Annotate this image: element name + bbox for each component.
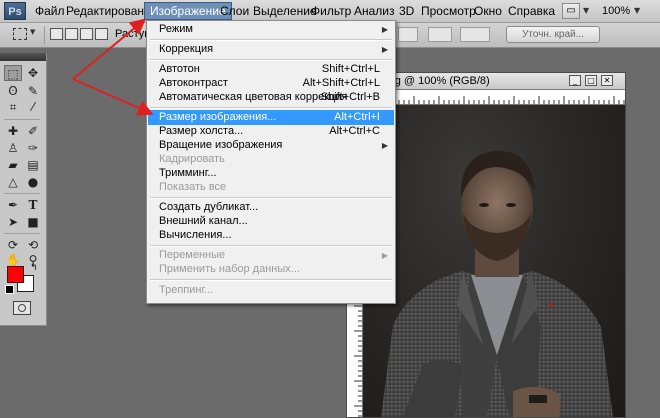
quick-selection-tool-icon[interactable]: ✎ [24, 83, 42, 99]
rectangle-tool-icon[interactable]: ■ [24, 214, 42, 230]
crop-tool-icon[interactable]: ⌗ [4, 99, 22, 115]
menu-separator [150, 59, 392, 61]
eyedropper-tool-icon[interactable]: ⁄ [24, 99, 42, 115]
brush-tool-icon[interactable]: ✐ [24, 123, 42, 139]
image-menu-dropdown: Режим ▶ Коррекция ▶ Автотон Shift+Ctrl+L Ав… [146, 20, 396, 304]
add-to-selection-icon[interactable] [65, 28, 78, 40]
portrait-photo [381, 150, 613, 417]
width-field[interactable] [398, 27, 418, 42]
menu-item-variables[interactable]: Переменные ▶ [148, 248, 394, 263]
3d-rotate-tool-icon[interactable]: ⟳ [4, 237, 22, 253]
swap-colors-icon[interactable]: ↰ [30, 263, 38, 273]
dodge-tool-icon[interactable]: ● [24, 174, 42, 190]
healing-brush-tool-icon[interactable]: ✚ [4, 123, 22, 139]
horizontal-ruler[interactable] [362, 90, 625, 105]
menu-item-duplicate[interactable]: Создать дубликат... [148, 200, 394, 215]
zoom-level[interactable]: 100% [602, 3, 630, 19]
menu-window[interactable]: Окно [469, 3, 507, 19]
menu-separator [150, 39, 392, 41]
minimize-icon[interactable]: _ [569, 75, 581, 86]
rect-marquee-preset-icon[interactable] [13, 28, 27, 40]
menu-item-auto-color[interactable]: Автоматическая цветовая коррекция Shift+C… [148, 90, 394, 105]
menu-separator [150, 107, 392, 109]
submenu-arrow-icon: ▶ [381, 141, 388, 150]
menu-analysis[interactable]: Анализ [349, 3, 400, 19]
blur-tool-icon[interactable]: △ [4, 174, 22, 190]
pen-tool-icon[interactable]: ✒ [4, 197, 22, 213]
document-canvas-photo[interactable] [363, 105, 625, 417]
history-brush-tool-icon[interactable]: ✑ [24, 140, 42, 156]
submenu-arrow-icon: ▶ [381, 45, 388, 54]
intersect-selection-icon[interactable] [95, 28, 108, 40]
menu-separator [150, 279, 392, 281]
preset-chevron-down-icon[interactable]: ▼ [30, 28, 35, 36]
menu-item-crop[interactable]: Кадрировать [148, 152, 394, 167]
toolbox: ⬚ ✥ ʘ ✎ ⌗ ⁄ ✚ ✐ ♙ ✑ ▰ ▤ △ ● ✒ T ➤ ■ ⟳ ⟲ … [0, 53, 47, 326]
screen-mode-icon[interactable]: ▭ [562, 3, 580, 19]
quick-mask-icon[interactable] [13, 301, 31, 315]
menu-item-calculations[interactable]: Вычисления... [148, 228, 394, 243]
3d-orbit-tool-icon[interactable]: ⟲ [24, 237, 42, 253]
eraser-tool-icon[interactable]: ▰ [4, 157, 22, 173]
new-selection-icon[interactable] [50, 28, 63, 40]
menu-separator [150, 197, 392, 199]
ruler-ticks [363, 96, 625, 104]
options-divider [44, 26, 45, 44]
menu-item-auto-contrast[interactable]: Автоконтраст Alt+Shift+Ctrl+L [148, 76, 394, 91]
screen-mode-chevron-icon[interactable]: ▼ [583, 3, 589, 19]
menu-item-canvas-size[interactable]: Размер холста... Alt+Ctrl+C [148, 124, 394, 139]
type-tool-icon[interactable]: T [24, 197, 42, 213]
move-tool-icon[interactable]: ✥ [24, 65, 42, 81]
submenu-arrow-icon: ▶ [381, 25, 388, 34]
height-field[interactable] [460, 27, 490, 42]
subtract-from-selection-icon[interactable] [80, 28, 93, 40]
menu-separator [150, 245, 392, 247]
photoshop-logo: Ps [4, 2, 26, 20]
arrow-to-image-size [72, 78, 154, 116]
menu-item-reveal-all[interactable]: Показать все [148, 180, 394, 195]
toolbox-divider [4, 233, 40, 234]
menu-item-apply-data-set[interactable]: Применить набор данных... [148, 262, 394, 277]
quick-mask-circle-icon [18, 304, 26, 312]
menu-item-auto-tone[interactable]: Автотон Shift+Ctrl+L [148, 62, 394, 77]
marquee-tool-icon[interactable]: ⬚ [4, 65, 22, 81]
default-colors-icon[interactable] [5, 285, 14, 294]
gradient-tool-icon[interactable]: ▤ [24, 157, 42, 173]
toolbox-grip[interactable] [0, 53, 46, 61]
refine-edge-button[interactable]: Уточн. край... [506, 26, 600, 43]
menu-item-image-rotation[interactable]: Вращение изображения ▶ [148, 138, 394, 153]
submenu-arrow-icon: ▶ [381, 251, 388, 260]
menu-item-trim[interactable]: Тримминг... [148, 166, 394, 181]
menu-item-apply-image[interactable]: Внешний канал... [148, 214, 394, 229]
menu-item-adjustments[interactable]: Коррекция ▶ [148, 42, 394, 57]
toolbox-divider [4, 193, 40, 194]
swap-field[interactable] [428, 27, 452, 42]
clone-stamp-tool-icon[interactable]: ♙ [4, 140, 22, 156]
zoom-chevron-down-icon[interactable]: ▼ [634, 3, 640, 19]
menu-help[interactable]: Справка [503, 3, 560, 19]
close-icon[interactable]: ✕ [601, 75, 613, 86]
foreground-color-swatch[interactable] [7, 266, 24, 283]
lasso-tool-icon[interactable]: ʘ [4, 83, 22, 99]
menu-item-trap[interactable]: Треппинг... [148, 283, 394, 298]
maximize-icon[interactable]: □ [585, 75, 597, 86]
menu-item-image-size[interactable]: Размер изображения... Alt+Ctrl+I [148, 110, 394, 125]
path-selection-tool-icon[interactable]: ➤ [4, 214, 22, 230]
toolbox-divider [4, 119, 40, 120]
menu-item-mode[interactable]: Режим ▶ [148, 22, 394, 37]
